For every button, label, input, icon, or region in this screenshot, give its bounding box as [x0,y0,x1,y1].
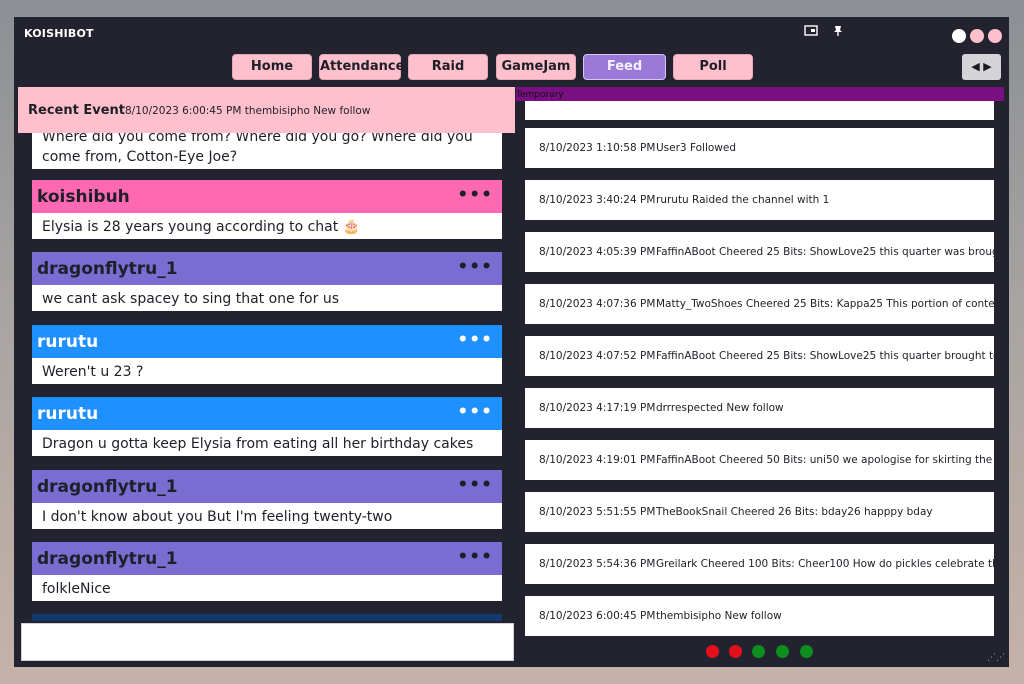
more-options-icon[interactable]: ••• [457,402,493,422]
partial-message-text: Where did you come from? Where did you g… [32,127,502,169]
app-title: KOISHIBOT [24,27,94,40]
feed-event: FaffinABoot Cheered 25 Bits: ShowLove25 … [656,350,994,362]
chat-message-text: Dragon u gotta keep Elysia from eating a… [32,430,502,456]
recent-event-label: Recent Event [28,103,125,118]
temporary-bar: Temporary [516,87,1004,101]
feed-event: Matty_TwoShoes Cheered 25 Bits: Kappa25 … [656,298,994,310]
more-options-icon[interactable]: ••• [457,257,493,277]
feed-item[interactable]: 8/10/2023 1:10:58 PM User3 Followed [525,128,994,168]
status-indicator-dot [752,645,765,658]
chat-username[interactable]: dragonflytru_1 [37,259,178,279]
chat-username[interactable]: koishibuh [37,187,130,207]
chat-message: rurutu ••• Dragon u gotta keep Elysia from… [32,397,502,456]
more-options-icon[interactable]: ••• [457,475,493,495]
feed-event: FaffinABoot Cheered 50 Bits: uni50 we ap… [656,454,994,466]
feed-time: 8/10/2023 4:17:19 PM [539,402,656,414]
chat-message-text: I don't know about you But I'm feeling t… [32,503,502,529]
feed-event: thembisipho New follow [656,610,782,622]
resize-grip-icon[interactable]: ⋰⋰ [987,653,1005,663]
chat-message-header: rurutu ••• [32,397,502,430]
chat-username[interactable]: rurutu [37,404,98,424]
feed-time: 8/10/2023 4:05:39 PM [539,246,656,258]
chat-panel[interactable]: Where did you come from? Where did you g… [32,97,502,621]
window-icon[interactable] [804,25,818,40]
status-indicator-dot [776,645,789,658]
feed-event: rurutu Raided the channel with 1 [656,194,830,206]
feed-time: 8/10/2023 5:51:55 PM [539,506,656,518]
chat-username[interactable]: rurutu [37,332,98,352]
chat-message: dragonflytru_1 ••• I don't know about you … [32,470,502,529]
feed-time: 8/10/2023 4:07:52 PM [539,350,656,362]
recent-event-value: 8/10/2023 6:00:45 PM thembisipho New fol… [125,105,371,117]
feed-event: FaffinABoot Cheered 25 Bits: ShowLove25 … [656,246,994,258]
chat-input[interactable] [21,623,514,661]
chat-message: rurutu ••• Weren't u 23 ? [32,325,502,384]
chat-message-header: dragonflytru_1 ••• [32,252,502,285]
feed-event: User3 Followed [656,142,737,154]
tab-feed[interactable]: Feed [583,54,666,80]
feed-item[interactable]: 8/10/2023 4:07:52 PM FaffinABoot Cheered … [525,336,994,376]
chat-message-header: rurutu ••• [32,325,502,358]
chat-message-header: dragonflytru_1 ••• [32,470,502,503]
feed-item[interactable]: 8/10/2023 6:00:45 PM thembisipho New foll… [525,596,994,636]
tab-gamejam[interactable]: GameJam [496,54,576,80]
chat-message-peek [32,614,502,621]
chat-message-text: folkleNice [32,575,502,601]
feed-time: 8/10/2023 6:00:45 PM [539,610,656,622]
feed-time: 8/10/2023 5:54:36 PM [539,558,656,570]
feed-event: drrrespected New follow [656,402,784,414]
app-window: KOISHIBOT Home Attendance Raid GameJam F… [14,17,1009,667]
feed-item[interactable]: 8/10/2023 4:07:36 PM Matty_TwoShoes Cheer… [525,284,994,324]
chat-message: dragonflytru_1 ••• we cant ask spacey to s… [32,252,502,311]
chat-message-text: we cant ask spacey to sing that one for … [32,285,502,311]
more-options-icon[interactable]: ••• [457,330,493,350]
feed-event: Greilark Cheered 100 Bits: Cheer100 How … [656,558,994,570]
chat-message-header: koishibuh ••• [32,180,502,213]
chat-message-header: dragonflytru_1 ••• [32,542,502,575]
window-dot-min[interactable] [988,29,1002,43]
chat-message: dragonflytru_1 ••• folkleNice [32,542,502,601]
more-options-icon[interactable]: ••• [457,547,493,567]
more-options-icon[interactable]: ••• [457,185,493,205]
feed-item[interactable]: 8/10/2023 4:17:19 PM drrrespected New fol… [525,388,994,428]
window-dot-max[interactable] [970,29,984,43]
feed-time: 8/10/2023 1:10:58 PM [539,142,656,154]
chat-message: koishibuh ••• Elysia is 28 years young acc… [32,180,502,239]
feed-time: 8/10/2023 4:19:01 PM [539,454,656,466]
tab-poll[interactable]: Poll [673,54,753,80]
status-indicator-dot [800,645,813,658]
chat-message-text: Elysia is 28 years young according to ch… [32,213,502,239]
feed-item[interactable]: 8/10/2023 5:51:55 PM TheBookSnail Cheered… [525,492,994,532]
feed-item[interactable]: 8/10/2023 4:05:39 PM FaffinABoot Cheered … [525,232,994,272]
feed-item[interactable]: 8/10/2023 3:40:24 PM rurutu Raided the ch… [525,180,994,220]
feed-time: 8/10/2023 3:40:24 PM [539,194,656,206]
chat-username[interactable]: dragonflytru_1 [37,549,178,569]
chat-message: Where did you come from? Where did you g… [32,127,502,169]
recent-event-banner: Recent Event 8/10/2023 6:00:45 PM thembi… [18,87,515,133]
status-indicator-dot [729,645,742,658]
feed-time: 8/10/2023 4:07:36 PM [539,298,656,310]
feed-item[interactable]: 8/10/2023 5:54:36 PM Greilark Cheered 100… [525,544,994,584]
window-dot-close[interactable] [952,29,966,43]
status-indicator-dot [706,645,719,658]
chat-message-text: Weren't u 23 ? [32,358,502,384]
tab-raid[interactable]: Raid [408,54,488,80]
nav-arrows-button[interactable]: ◀ ▶ [962,54,1001,80]
temporary-label: Temporary [516,90,564,100]
pin-icon[interactable] [832,25,844,40]
feed-item-partial[interactable] [525,101,994,120]
feed-item[interactable]: 8/10/2023 4:19:01 PM FaffinABoot Cheered … [525,440,994,480]
chat-username[interactable]: dragonflytru_1 [37,477,178,497]
feed-event: TheBookSnail Cheered 26 Bits: bday26 hap… [656,506,933,518]
tab-attendance[interactable]: Attendance [319,54,404,80]
tab-home[interactable]: Home [232,54,312,80]
